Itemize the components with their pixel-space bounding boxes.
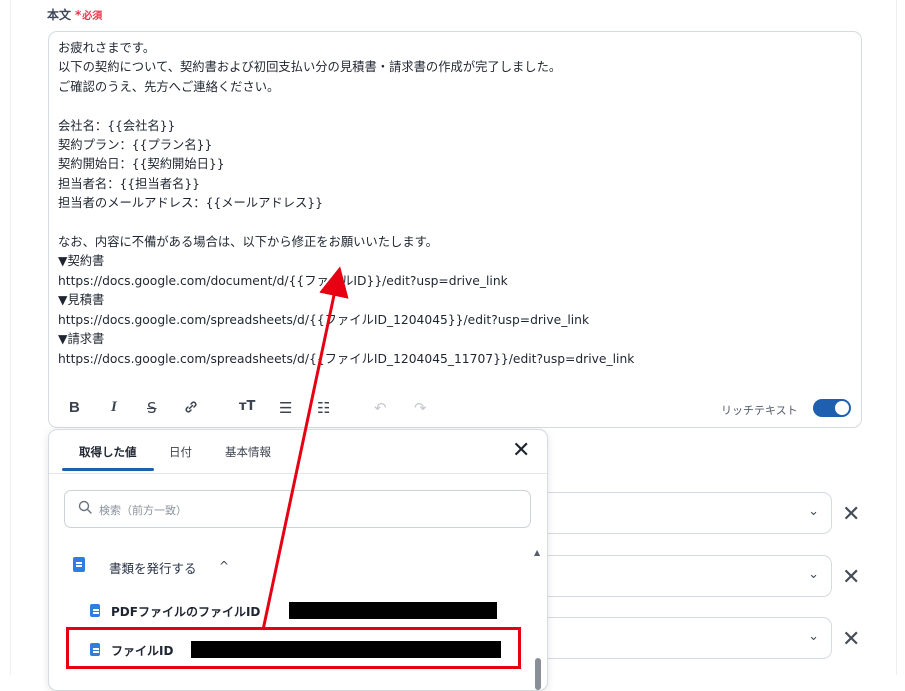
arrow-to-file-id-placeholder	[261, 266, 349, 631]
annotation-arrow	[261, 266, 349, 631]
